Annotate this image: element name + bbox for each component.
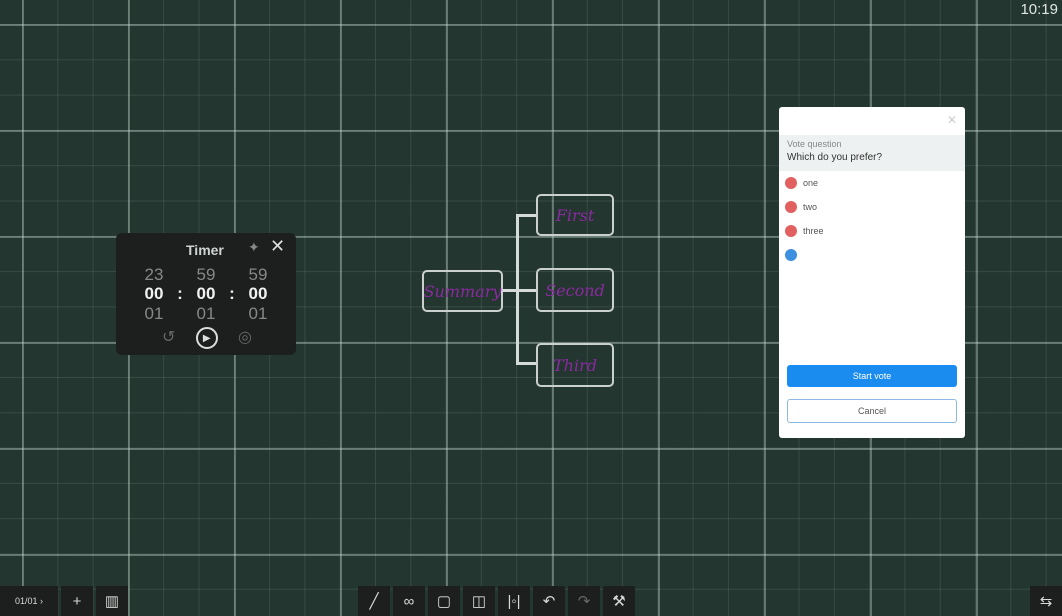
timer-widget[interactable]: Timer ✦ ✕ 23 59 59 00:00:00 01 01 01 ↺ ▶ ◎	[116, 233, 296, 355]
mindmap-child[interactable]: First	[536, 194, 614, 236]
add-option[interactable]	[785, 249, 797, 261]
tools-icon[interactable]: ⚒	[603, 586, 635, 616]
mindmap-root[interactable]: Summary	[422, 270, 503, 312]
close-icon[interactable]: ✕	[947, 113, 957, 127]
add-page-icon[interactable]: +	[61, 586, 93, 616]
minutes-prev[interactable]: 59	[188, 265, 224, 285]
option-input[interactable]: two	[803, 202, 817, 212]
select-icon[interactable]: ▢	[428, 586, 460, 616]
remove-option-icon[interactable]	[785, 177, 797, 189]
page-indicator[interactable]: 01/01 ›	[0, 586, 58, 616]
minutes-value[interactable]: 00	[188, 284, 224, 304]
pen-icon[interactable]: ╱	[358, 586, 390, 616]
stop-icon[interactable]: ◎	[238, 327, 252, 349]
connector	[516, 214, 538, 217]
question-label: Vote question	[787, 139, 842, 149]
pages-overview-icon[interactable]: ▥	[96, 586, 128, 616]
timer-title: Timer	[186, 242, 224, 258]
switch-icon[interactable]: ⇆	[1030, 586, 1062, 616]
option-row[interactable]: one	[785, 177, 818, 189]
option-row[interactable]: two	[785, 201, 817, 213]
separator: :	[177, 284, 183, 303]
mindmap-child[interactable]: Third	[536, 343, 614, 387]
connector	[516, 289, 538, 292]
shape-icon[interactable]: ◫	[463, 586, 495, 616]
seconds-next[interactable]: 01	[240, 304, 276, 324]
option-input[interactable]: one	[803, 178, 818, 188]
left-toolbar: 01/01 › + ▥	[0, 586, 128, 616]
connector	[516, 362, 538, 365]
cancel-button[interactable]: Cancel	[787, 399, 957, 423]
remove-option-icon[interactable]	[785, 201, 797, 213]
close-icon[interactable]: ✕	[270, 236, 285, 257]
page-number: 01/01	[14, 596, 38, 606]
hours-value[interactable]: 00	[136, 284, 172, 304]
undo-icon[interactable]: ↶	[533, 586, 565, 616]
option-row[interactable]: three	[785, 225, 824, 237]
seconds-value[interactable]: 00	[240, 284, 276, 304]
add-option-icon[interactable]	[785, 249, 797, 261]
question-input[interactable]: Which do you prefer?	[787, 152, 957, 163]
start-vote-button[interactable]: Start vote	[787, 365, 957, 387]
hours-prev[interactable]: 23	[136, 265, 172, 285]
separator: :	[229, 284, 235, 303]
play-icon[interactable]: ▶	[195, 327, 218, 349]
eraser-icon[interactable]: ∞	[393, 586, 425, 616]
seconds-prev[interactable]: 59	[240, 265, 276, 285]
main-toolbar: ╱ ∞ ▢ ◫ |◦| ↶ ↷ ⚒	[358, 586, 635, 616]
fit-icon[interactable]: |◦|	[498, 586, 530, 616]
right-toolbar: ⇆	[1030, 586, 1062, 616]
clock: 10:19	[1020, 1, 1058, 18]
remove-option-icon[interactable]	[785, 225, 797, 237]
hours-next[interactable]: 01	[136, 304, 172, 324]
option-input[interactable]: three	[803, 226, 824, 236]
reset-icon[interactable]: ↺	[162, 327, 175, 349]
vote-panel: ✕ Vote question Which do you prefer? one …	[779, 107, 965, 438]
minutes-next[interactable]: 01	[188, 304, 224, 324]
redo-icon[interactable]: ↷	[568, 586, 600, 616]
mindmap-child[interactable]: Second	[536, 268, 614, 312]
pin-icon[interactable]: ✦	[248, 239, 260, 256]
